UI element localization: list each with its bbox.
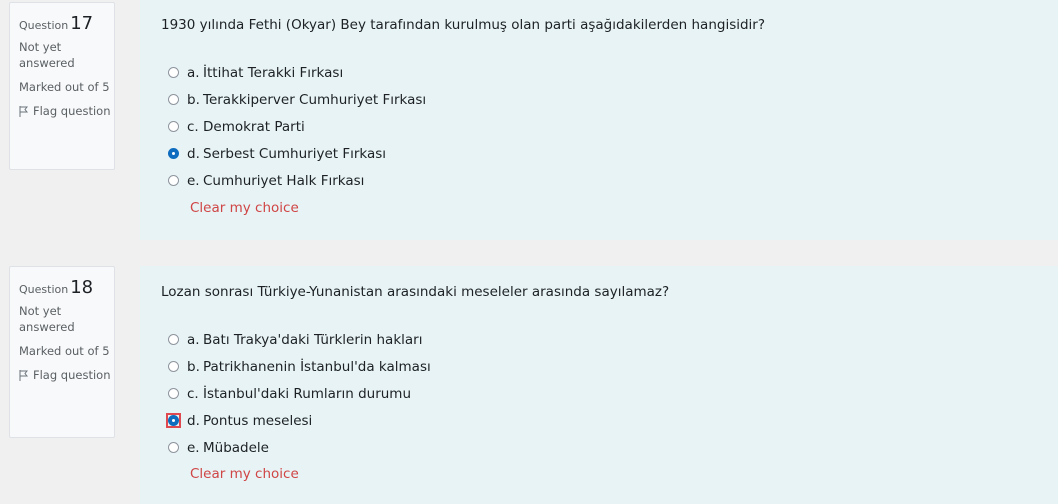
answer-text: Terakkiperver Cumhuriyet Fırkası (203, 91, 427, 108)
question-grade: Marked out of 5 (19, 344, 110, 359)
answer-text: Cumhuriyet Halk Fırkası (203, 172, 365, 189)
radio-button-selected[interactable] (168, 148, 179, 159)
answer-list: a. İttihat Terakki Fırkası b. Terakkiper… (168, 59, 426, 194)
answer-text: Mübadele (203, 439, 269, 456)
radio-button[interactable] (168, 121, 179, 132)
question-number-value: 17 (70, 13, 94, 34)
clear-choice-link[interactable]: Clear my choice (190, 200, 299, 216)
question-block: Question 18 Not yet answered Marked out o… (0, 266, 1058, 504)
question-label: Question (19, 19, 69, 32)
question-content: Lozan sonrası Türkiye-Yunanistan arasınd… (140, 266, 1058, 504)
flag-label: Flag question (33, 368, 111, 383)
radio-button[interactable] (168, 442, 179, 453)
flag-question-link[interactable]: Flag question (19, 103, 114, 119)
answer-letter: b. (187, 91, 200, 108)
answer-option[interactable]: c. Demokrat Parti (168, 113, 426, 140)
answer-text: İttihat Terakki Fırkası (203, 64, 344, 81)
answer-option[interactable]: d. Serbest Cumhuriyet Fırkası (168, 140, 426, 167)
radio-button[interactable] (168, 361, 179, 372)
answer-letter: e. (187, 439, 200, 456)
question-text: 1930 yılında Fethi (Okyar) Bey tarafında… (161, 17, 766, 33)
answer-text: Serbest Cumhuriyet Fırkası (203, 145, 387, 162)
answer-text: Batı Trakya'daki Türklerin hakları (203, 331, 423, 348)
question-number-value: 18 (70, 277, 94, 298)
question-state: Not yet answered (19, 304, 75, 335)
question-block: Question 17 Not yet answered Marked out o… (0, 0, 1058, 240)
question-info: Question 17 Not yet answered Marked out o… (9, 2, 115, 170)
answer-option[interactable]: e. Cumhuriyet Halk Fırkası (168, 167, 426, 194)
radio-button[interactable] (168, 388, 179, 399)
answer-option[interactable]: c. İstanbul'daki Rumların durumu (168, 380, 431, 407)
flag-icon (19, 370, 28, 382)
question-number: Question 18 (19, 275, 114, 300)
question-label: Question (19, 283, 69, 296)
radio-button[interactable] (168, 175, 179, 186)
answer-list: a. Batı Trakya'daki Türklerin hakları b.… (166, 326, 431, 461)
flag-question-link[interactable]: Flag question (19, 367, 114, 383)
flag-icon (19, 106, 28, 118)
answer-letter: a. (187, 331, 200, 348)
answer-option[interactable]: a. Batı Trakya'daki Türklerin hakları (168, 326, 431, 353)
answer-letter: c. (187, 118, 199, 135)
question-number: Question 17 (19, 11, 114, 36)
question-text: Lozan sonrası Türkiye-Yunanistan arasınd… (161, 284, 670, 300)
answer-text: İstanbul'daki Rumların durumu (203, 385, 412, 402)
radio-button[interactable] (168, 334, 179, 345)
answer-option[interactable]: b. Patrikhanenin İstanbul'da kalması (168, 353, 431, 380)
radio-button[interactable] (168, 67, 179, 78)
clear-choice-link[interactable]: Clear my choice (190, 466, 299, 482)
answer-option[interactable]: a. İttihat Terakki Fırkası (168, 59, 426, 86)
answer-letter: e. (187, 172, 200, 189)
answer-letter: b. (187, 358, 200, 375)
radio-button-selected[interactable] (168, 415, 179, 426)
answer-text: Pontus meselesi (203, 412, 313, 429)
answer-option[interactable]: b. Terakkiperver Cumhuriyet Fırkası (168, 86, 426, 113)
question-state: Not yet answered (19, 40, 75, 71)
answer-letter: a. (187, 64, 200, 81)
answer-letter: d. (187, 145, 200, 162)
answer-text: Demokrat Parti (203, 118, 305, 135)
radio-button[interactable] (168, 94, 179, 105)
answer-text: Patrikhanenin İstanbul'da kalması (203, 358, 431, 375)
focus-outline (166, 413, 181, 428)
flag-label: Flag question (33, 104, 111, 119)
answer-letter: c. (187, 385, 199, 402)
question-info: Question 18 Not yet answered Marked out o… (9, 266, 115, 438)
question-content: 1930 yılında Fethi (Okyar) Bey tarafında… (140, 0, 1058, 240)
answer-option[interactable]: e. Mübadele (168, 434, 431, 461)
answer-option[interactable]: d. Pontus meselesi (166, 407, 431, 434)
question-grade: Marked out of 5 (19, 80, 110, 95)
answer-letter: d. (187, 412, 200, 429)
